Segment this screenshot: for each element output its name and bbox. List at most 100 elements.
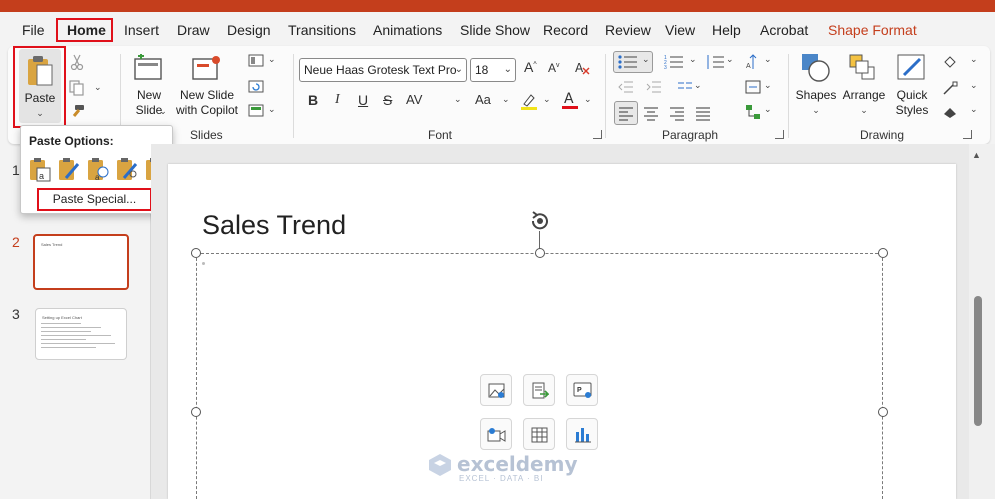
align-center-icon[interactable] xyxy=(643,105,659,121)
arrange-chevron-icon[interactable]: ⌄ xyxy=(839,103,889,118)
new-slide-label-1[interactable]: New xyxy=(126,88,172,103)
columns-icon[interactable] xyxy=(677,80,693,94)
insert-table-button[interactable] xyxy=(523,418,555,450)
layout-chevron-icon[interactable]: ⌄ xyxy=(268,54,276,65)
tab-review[interactable]: Review xyxy=(605,12,651,46)
scrollbar-thumb[interactable] xyxy=(974,296,982,426)
resize-handle-top-right[interactable] xyxy=(878,248,888,258)
arrange-label[interactable]: Arrange xyxy=(839,88,889,103)
character-spacing-button[interactable]: AV xyxy=(406,92,422,107)
copilot-label-1[interactable]: New Slide xyxy=(172,88,242,103)
numbering-icon[interactable]: 123 xyxy=(664,54,684,70)
slide-thumbnail-2[interactable]: Sales Trend xyxy=(33,234,129,290)
tab-slide-show[interactable]: Slide Show xyxy=(460,12,530,46)
insert-picture-button[interactable] xyxy=(480,374,512,406)
shape-fill-chevron-icon[interactable]: ⌄ xyxy=(970,54,978,65)
line-spacing-chevron-icon[interactable]: ⌄ xyxy=(726,54,734,65)
line-spacing-icon[interactable] xyxy=(705,54,725,70)
paragraph-dialog-launcher-icon[interactable] xyxy=(775,130,784,139)
highlight-chevron-icon[interactable]: ⌄ xyxy=(543,94,551,105)
vertical-scrollbar[interactable] xyxy=(969,144,995,499)
spacing-chevron-icon[interactable]: ⌄ xyxy=(454,94,462,105)
shape-effects-icon[interactable] xyxy=(942,104,958,120)
shapes-icon[interactable] xyxy=(801,53,833,83)
increase-indent-icon[interactable] xyxy=(646,80,662,94)
tab-design[interactable]: Design xyxy=(227,12,271,46)
smartart-chevron-icon[interactable]: ⌄ xyxy=(764,104,772,115)
bold-button[interactable]: B xyxy=(308,92,318,108)
paste-special-menu-item[interactable]: Paste Special... xyxy=(37,188,152,211)
tab-draw[interactable]: Draw xyxy=(177,12,210,46)
quick-styles-icon[interactable] xyxy=(896,53,928,83)
shape-fill-icon[interactable] xyxy=(942,54,958,70)
reset-icon[interactable] xyxy=(248,80,264,93)
insert-cameo-button[interactable]: P xyxy=(566,374,598,406)
tab-shape-format[interactable]: Shape Format xyxy=(828,12,917,46)
increase-font-icon[interactable]: A^ xyxy=(524,59,537,75)
quick-styles-label-2[interactable]: Styles xyxy=(890,103,934,118)
numbering-chevron-icon[interactable]: ⌄ xyxy=(689,54,697,65)
font-size-chevron-icon[interactable]: ⌄ xyxy=(504,59,512,81)
columns-chevron-icon[interactable]: ⌄ xyxy=(694,80,702,91)
scroll-up-icon[interactable]: ▲ xyxy=(972,150,981,160)
cut-icon[interactable] xyxy=(70,54,84,70)
clear-format-icon[interactable]: A xyxy=(574,60,590,76)
insert-video-button[interactable] xyxy=(480,418,512,450)
drawing-dialog-launcher-icon[interactable] xyxy=(963,130,972,139)
paste-use-destination-theme-icon[interactable]: a xyxy=(27,156,53,182)
font-name-chevron-icon[interactable]: ⌄ xyxy=(455,59,463,81)
text-direction-chevron-icon[interactable]: ⌄ xyxy=(764,54,772,65)
tab-insert[interactable]: Insert xyxy=(124,12,159,46)
font-name-combo[interactable]: Neue Haas Grotesk Text Pro ⌄ xyxy=(299,58,467,82)
copilot-slide-icon[interactable] xyxy=(192,54,222,82)
strikethrough-button[interactable]: S xyxy=(383,92,392,108)
font-dialog-launcher-icon[interactable] xyxy=(593,130,602,139)
smartart-icon[interactable] xyxy=(745,104,761,120)
tab-acrobat[interactable]: Acrobat xyxy=(760,12,808,46)
paste-link-icon[interactable] xyxy=(114,156,140,182)
shapes-label[interactable]: Shapes xyxy=(792,88,840,103)
section-chevron-icon[interactable]: ⌄ xyxy=(268,104,276,115)
tab-transitions[interactable]: Transitions xyxy=(288,12,356,46)
shape-effects-chevron-icon[interactable]: ⌄ xyxy=(970,104,978,115)
rotate-handle-icon[interactable] xyxy=(528,210,552,232)
arrange-icon[interactable] xyxy=(848,53,878,83)
slide-thumbnail-3[interactable]: Setting up Excel Chart xyxy=(35,308,127,360)
bullets-chevron-icon[interactable]: ⌄ xyxy=(642,54,650,65)
shapes-chevron-icon[interactable]: ⌄ xyxy=(792,103,840,118)
tab-file[interactable]: File xyxy=(22,12,45,46)
align-text-chevron-icon[interactable]: ⌄ xyxy=(764,80,772,91)
decrease-indent-icon[interactable] xyxy=(618,80,634,94)
tab-animations[interactable]: Animations xyxy=(373,12,442,46)
paste-embed-icon[interactable]: a xyxy=(85,156,111,182)
highlight-color-icon[interactable] xyxy=(520,92,538,110)
shape-outline-chevron-icon[interactable]: ⌄ xyxy=(970,80,978,91)
format-painter-icon[interactable] xyxy=(69,104,85,120)
tab-record[interactable]: Record xyxy=(543,12,588,46)
slide-title[interactable]: Sales Trend xyxy=(202,210,346,241)
layout-icon[interactable] xyxy=(248,54,264,67)
insert-chart-button[interactable] xyxy=(566,418,598,450)
resize-handle-right[interactable] xyxy=(878,407,888,417)
italic-button[interactable]: I xyxy=(335,92,340,108)
new-slide-icon[interactable] xyxy=(134,54,164,82)
case-chevron-icon[interactable]: ⌄ xyxy=(502,94,510,105)
quick-styles-label-1[interactable]: Quick xyxy=(890,88,934,103)
new-slide-chevron-icon[interactable]: ⌄ xyxy=(158,104,168,119)
insert-icon-button[interactable] xyxy=(523,374,555,406)
resize-handle-left[interactable] xyxy=(191,407,201,417)
tab-help[interactable]: Help xyxy=(712,12,741,46)
underline-button[interactable]: U xyxy=(358,92,368,108)
font-color-chevron-icon[interactable]: ⌄ xyxy=(584,94,592,105)
font-size-combo[interactable]: 18 ⌄ xyxy=(470,58,516,82)
copy-icon[interactable] xyxy=(69,80,85,96)
change-case-button[interactable]: Aa xyxy=(475,92,491,107)
align-right-icon[interactable] xyxy=(669,105,685,121)
copy-dropdown-icon[interactable]: ⌄ xyxy=(94,82,102,93)
justify-icon[interactable] xyxy=(695,105,711,121)
text-direction-icon[interactable]: A xyxy=(745,54,761,70)
section-icon[interactable] xyxy=(248,104,264,117)
shape-outline-icon[interactable] xyxy=(942,80,958,96)
resize-handle-top-left[interactable] xyxy=(191,248,201,258)
font-color-icon[interactable]: A xyxy=(562,90,578,110)
